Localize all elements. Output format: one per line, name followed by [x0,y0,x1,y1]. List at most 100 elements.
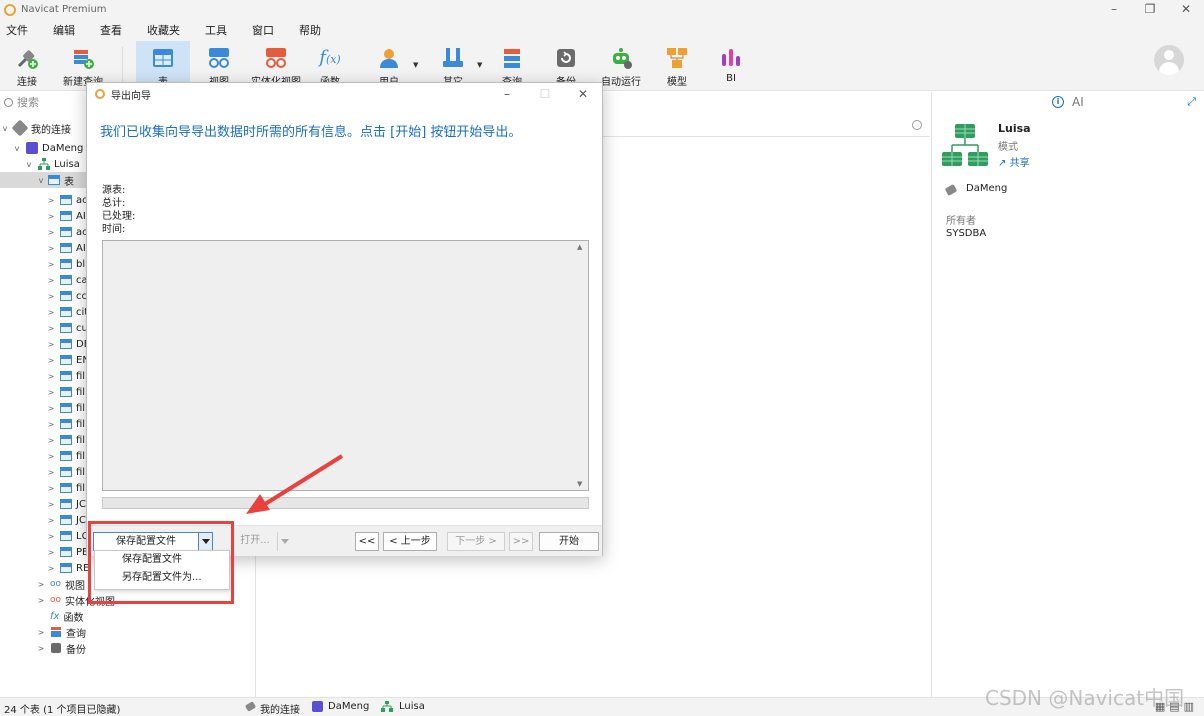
share-link[interactable]: ↗ 共享 [998,154,1030,169]
tree-table-item[interactable]: > JC [46,512,86,528]
log-scrollbar[interactable]: ▲ ▼ [574,241,588,490]
chevron-right-icon[interactable]: > [46,388,56,397]
menu-view[interactable]: 查看 [94,22,130,38]
tree-table-item[interactable]: > bl [46,256,86,272]
chevron-right-icon[interactable]: > [36,580,46,589]
tree-table-item[interactable]: > fil [46,416,85,432]
tree-my-connections[interactable]: v 我的连接 [0,119,71,137]
menu-favorites[interactable]: 收藏夹 [141,22,188,38]
scroll-up-icon[interactable]: ▲ [577,243,582,251]
tree-table-item[interactable]: > DE [46,336,90,352]
close-icon[interactable]: ✕ [1168,0,1204,19]
start-button[interactable]: 开始 [539,532,599,551]
tree-schema-luisa[interactable]: v Luisa [24,156,80,172]
toolbar-model-button[interactable]: 模型 [662,41,692,91]
tree-views[interactable]: > oo 视图 [36,576,85,592]
chevron-right-icon[interactable]: > [36,596,46,605]
menu-file[interactable]: 文件 [0,22,36,38]
breadcrumb-my-connections[interactable]: 我的连接 [260,701,300,716]
tree-table-item[interactable]: > fil [46,400,85,416]
tree-table-item[interactable]: > fil [46,368,85,384]
chevron-right-icon[interactable]: > [36,644,46,653]
tree-table-item[interactable]: > RE [46,560,90,576]
tree-table-item[interactable]: > LC [46,528,89,544]
tree-connection-dameng[interactable]: v DaMeng [12,140,83,156]
chevron-right-icon[interactable]: > [46,564,56,573]
menu-tools[interactable]: 工具 [199,22,235,38]
tree-table-item[interactable]: > fil [46,464,85,480]
chevron-right-icon[interactable]: > [46,548,56,557]
tree-table-item[interactable]: > EN [46,352,90,368]
chevron-right-icon[interactable]: > [46,484,56,493]
user-dropdown-arrow-icon[interactable]: ▼ [413,61,418,69]
tree-table-item[interactable]: > AI [46,208,86,224]
chevron-right-icon[interactable]: > [46,292,56,301]
tree-table-item[interactable]: > ac [46,192,88,208]
dialog-minimize-icon[interactable]: – [488,83,526,105]
chevron-right-icon[interactable]: > [46,308,56,317]
search-icon[interactable] [912,120,922,130]
tree-table-item[interactable]: > fil [46,384,85,400]
chevron-right-icon[interactable]: > [46,516,56,525]
toolbar-bi-button[interactable]: BI [716,41,746,91]
menu-edit[interactable]: 编辑 [47,22,83,38]
chevron-right-icon[interactable]: > [46,212,56,221]
chevron-right-icon[interactable]: > [46,404,56,413]
open-profile-button[interactable]: 打开... [229,532,281,551]
tree-table-item[interactable]: > cc [46,288,87,304]
chevron-right-icon[interactable]: > [46,452,56,461]
chevron-right-icon[interactable]: > [46,372,56,381]
tree-table-item[interactable]: > JC [46,496,86,512]
tree-table-item[interactable]: > AI [46,240,86,256]
maximize-icon[interactable]: ❐ [1132,0,1168,19]
chevron-right-icon[interactable]: > [46,244,56,253]
chevron-right-icon[interactable]: > [46,196,56,205]
breadcrumb-dameng[interactable]: DaMeng [328,701,369,712]
chevron-down-icon[interactable]: v [24,160,34,169]
minimize-icon[interactable]: – [1096,0,1132,19]
tree-table-item[interactable]: > fil [46,432,85,448]
chevron-right-icon[interactable]: > [46,324,56,333]
chevron-right-icon[interactable]: > [46,260,56,269]
chevron-right-icon[interactable]: > [46,340,56,349]
dialog-close-icon[interactable]: ✕ [564,83,602,105]
chevron-down-icon[interactable]: v [0,124,10,133]
tree-backups[interactable]: > 备份 [36,640,86,656]
last-page-button[interactable]: >> [509,532,533,551]
tree-table-item[interactable]: > fil [46,448,85,464]
first-page-button[interactable]: << [355,532,379,551]
open-dropdown-arrow-icon[interactable] [277,532,290,551]
toolbar-automation-button[interactable]: 自动运行 [600,41,642,91]
chevron-right-icon[interactable]: > [46,420,56,429]
chevron-right-icon[interactable]: > [36,628,46,637]
chevron-right-icon[interactable]: > [46,468,56,477]
tree-table-item[interactable]: > ac [46,224,88,240]
next-step-button[interactable]: 下一步 > [447,532,505,551]
tree-table-item[interactable]: > cit [46,304,89,320]
menu-help[interactable]: 帮助 [293,22,329,38]
user-avatar[interactable] [1154,45,1184,75]
previous-step-button[interactable]: < 上一步 [383,532,437,551]
other-dropdown-arrow-icon[interactable]: ▼ [477,61,482,69]
chevron-right-icon[interactable]: > [46,532,56,541]
tree-table-item[interactable]: > PE [46,544,89,560]
chevron-down-icon[interactable]: v [12,144,22,153]
tree-table-item[interactable]: > fil [46,480,85,496]
chevron-right-icon[interactable]: > [46,276,56,285]
tree-table-item[interactable]: > cu [46,320,88,336]
tree-queries[interactable]: > 查询 [36,624,86,640]
chevron-right-icon[interactable]: > [46,228,56,237]
tree-functions[interactable]: fx 函数 [36,608,83,624]
ai-tab[interactable]: AI [1072,95,1084,109]
scroll-down-icon[interactable]: ▼ [577,480,582,488]
toolbar-connection-button[interactable]: 连接 [6,41,48,91]
chevron-right-icon[interactable]: > [46,436,56,445]
menu-window[interactable]: 窗口 [246,22,282,38]
breadcrumb-luisa[interactable]: Luisa [399,701,425,712]
expand-icon[interactable]: ⤢ [1187,95,1196,109]
chevron-down-icon[interactable]: v [36,176,46,185]
chevron-right-icon[interactable]: > [46,356,56,365]
tree-table-item[interactable]: > ca [46,272,88,288]
info-icon[interactable]: i [1052,96,1064,108]
chevron-right-icon[interactable]: > [46,500,56,509]
